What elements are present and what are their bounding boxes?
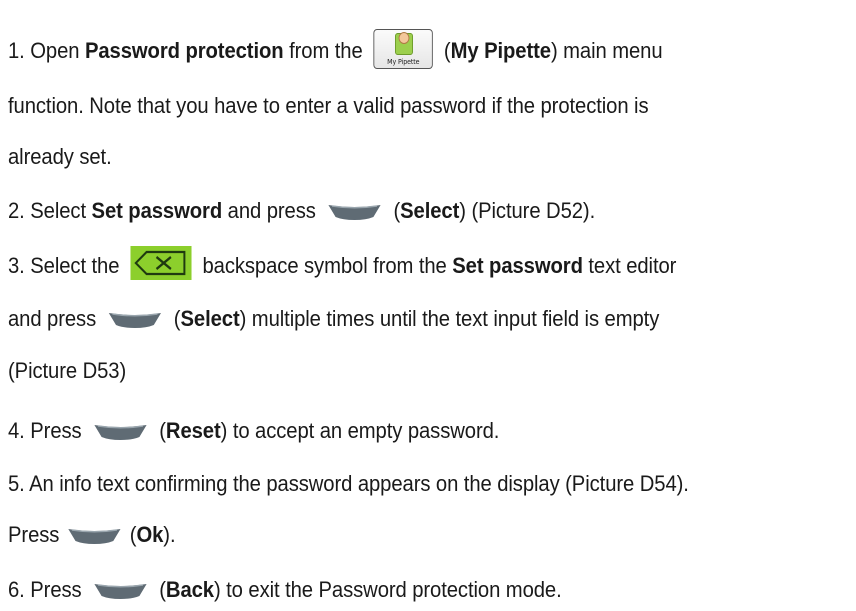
left-softkey-icon [94,425,147,441]
step-text: ) to exit the Password protection mode. [213,577,562,602]
step-text: 4. Press [8,418,82,443]
my-pipette-icon: My Pipette [373,29,433,69]
step-4-line: 4. Press (Reset) to accept an empty pass… [8,416,499,446]
step-5-line-2: Press (Ok). [8,520,176,550]
editor-name: Set password [452,252,583,278]
right-softkey-icon [68,529,121,545]
softkey-name: Reset [165,418,221,443]
step-text: and press [222,198,316,223]
step-text: 2. Select [8,198,92,223]
right-softkey-icon [108,313,162,329]
step-text: ). [163,522,176,547]
instruction-document: 1. Open Password protection from the My … [0,0,856,611]
step-text: function. Note that you have to enter a … [8,93,649,118]
step-text: ) to accept an empty password. [220,418,500,443]
softkey-name: Select [400,198,460,223]
step-text: text editor [582,252,677,278]
step-text: ) main menu [550,37,663,63]
step-text: and press [8,306,97,331]
step-text: 6. Press [8,577,82,602]
step-3-line-2: and press (Select) multiple times until … [8,304,659,334]
step-3-line-3: (Picture D53) [8,356,126,386]
paren-open: ( [173,306,181,331]
step-1-line-3: already set. [8,142,112,172]
step-text: 1. Open [8,37,85,63]
step-text: ) (Picture D52). [459,198,596,223]
softkey-name: Back [165,577,214,602]
paren-open: ( [393,198,401,223]
app-name: My Pipette [450,37,551,63]
left-softkey-icon [94,584,147,600]
step-text: Press [8,522,60,547]
paren-open: ( [443,37,451,63]
step-2-line: 2. Select Set password and press (Select… [8,196,595,226]
step-text: 5. An info text confirming the password … [8,471,689,496]
step-1-line-2: function. Note that you have to enter a … [8,91,649,121]
icon-label: My Pipette [387,58,420,66]
paren-open: ( [129,522,137,547]
step-text: (Picture D53) [8,358,127,383]
step-text: 3. Select the [8,252,120,278]
step-5-line-1: 5. An info text confirming the password … [8,469,689,499]
step-1-line-1: 1. Open Password protection from the My … [8,29,663,69]
right-softkey-icon [328,205,381,221]
step-6-line: 6. Press (Back) to exit the Password pro… [8,575,562,605]
backspace-icon [130,246,192,280]
step-3-line-1: 3. Select the backspace symbol from the … [8,246,677,280]
step-text: ) multiple times until the text input fi… [239,306,660,331]
step-text: backspace symbol from the [202,252,453,278]
softkey-name: Ok [136,522,164,547]
step-text: already set. [8,144,112,169]
option-name: Set password [91,198,223,223]
step-text: from the [283,37,363,63]
menu-name: Password protection [84,37,284,63]
softkey-name: Select [180,306,240,331]
